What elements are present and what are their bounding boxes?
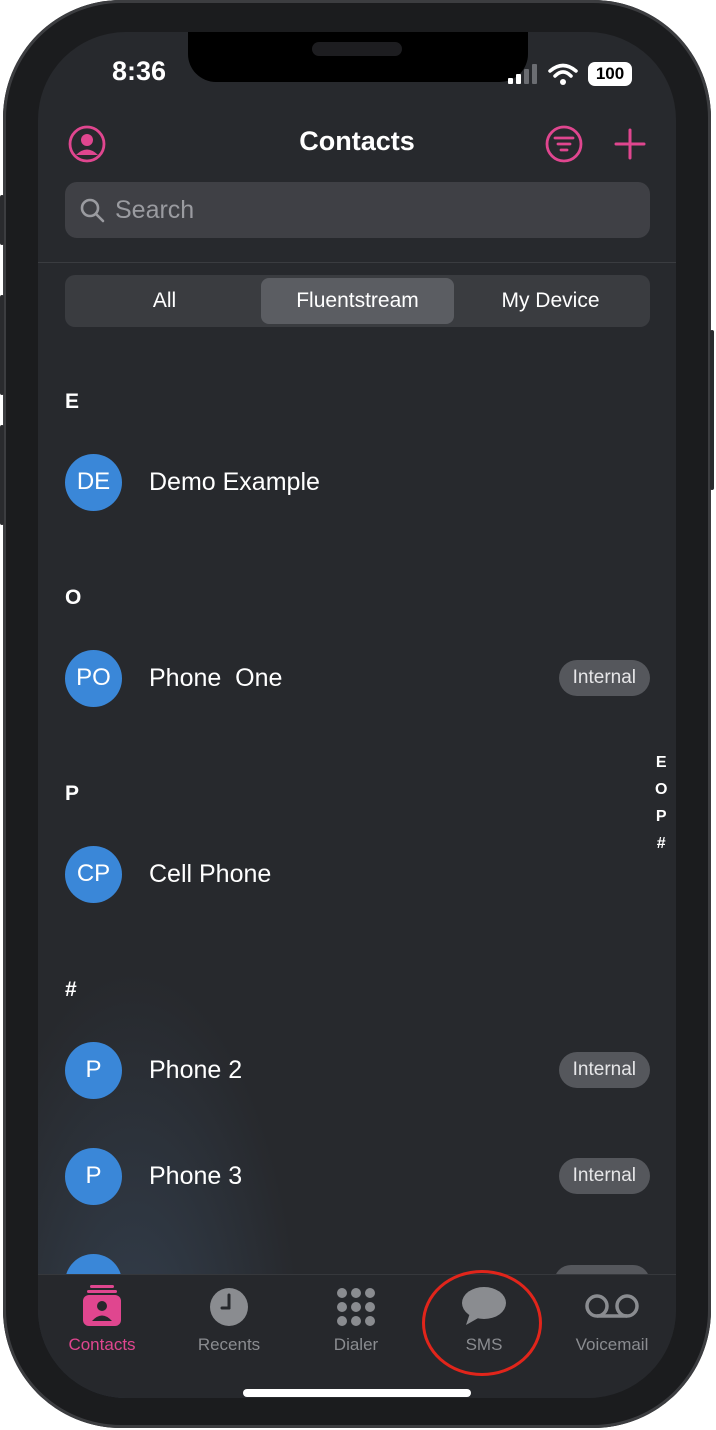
avatar: DE <box>65 453 122 511</box>
filter-icon[interactable] <box>545 125 583 163</box>
signal-icon <box>508 64 537 84</box>
tab-contacts[interactable]: Contacts <box>38 1285 166 1355</box>
contact-name: Phone 3 <box>149 1161 243 1190</box>
section-header-p: P <box>65 782 80 805</box>
tab-label: Contacts <box>68 1335 136 1354</box>
segment-all[interactable]: All <box>68 278 261 324</box>
tab-label: Recents <box>197 1335 261 1354</box>
avatar: CP <box>65 845 122 903</box>
internal-badge: Internal <box>558 1052 650 1088</box>
add-contact-icon[interactable] <box>614 128 646 160</box>
home-indicator[interactable] <box>243 1389 471 1397</box>
contact-row[interactable]: P Phone 3 Internal <box>65 1146 650 1206</box>
contact-row[interactable]: CP Cell Phone <box>65 844 650 904</box>
segment-my-device[interactable]: My Device <box>454 278 647 324</box>
search-input[interactable]: Search <box>65 182 650 238</box>
tab-voicemail[interactable]: Voicemail <box>548 1285 676 1355</box>
alphabet-index[interactable]: E O P # <box>655 754 667 853</box>
tab-recents[interactable]: Recents <box>165 1285 293 1355</box>
index-letter[interactable]: O <box>655 781 667 799</box>
avatar: PO <box>65 649 122 707</box>
segment-fluentstream[interactable]: Fluentstream <box>261 278 454 324</box>
contact-name: Cell Phone <box>149 859 272 888</box>
index-letter[interactable]: # <box>657 835 666 853</box>
power-button <box>710 330 714 490</box>
mute-switch <box>0 195 4 245</box>
tab-dialer[interactable]: Dialer <box>292 1285 420 1355</box>
screen: 8:36 100 Contacts Search All Fluentstrea… <box>38 32 676 1398</box>
search-placeholder: Search <box>115 195 195 224</box>
tab-label: Voicemail <box>575 1335 649 1354</box>
phone-frame: 8:36 100 Contacts Search All Fluentstrea… <box>0 0 714 1428</box>
contact-name: Phone 2 <box>149 1055 243 1084</box>
avatar: P <box>65 1041 122 1099</box>
header-divider <box>38 262 676 263</box>
volume-up-button <box>0 295 4 395</box>
voicemail-icon <box>585 1294 639 1318</box>
contact-row[interactable]: DE Demo Example <box>65 452 650 512</box>
source-segmented-control: All Fluentstream My Device <box>65 275 650 327</box>
index-letter[interactable]: P <box>656 808 667 826</box>
section-header-hash: # <box>65 978 77 1001</box>
tab-label: Dialer <box>333 1335 379 1354</box>
speaker <box>312 42 402 56</box>
wifi-icon <box>548 63 578 85</box>
avatar: P <box>65 1147 122 1205</box>
contacts-icon <box>83 1285 121 1326</box>
index-letter[interactable]: E <box>656 754 667 772</box>
internal-badge: Internal <box>558 660 650 696</box>
contact-row[interactable]: P Phone 2 Internal <box>65 1040 650 1100</box>
tab-bar: Contacts Recents Dialer SMS Voicemail <box>38 1274 676 1398</box>
status-indicators: 100 <box>508 62 632 86</box>
search-icon <box>80 198 105 223</box>
notch <box>188 32 528 82</box>
highlight-circle <box>422 1270 542 1376</box>
keypad-icon <box>337 1288 375 1326</box>
internal-badge: Internal <box>558 1158 650 1194</box>
contact-row[interactable]: PO Phone One Internal <box>65 648 650 708</box>
contact-name: Phone One <box>149 663 283 692</box>
contact-name: Demo Example <box>149 467 320 496</box>
volume-down-button <box>0 425 4 525</box>
clock-icon <box>210 1288 248 1326</box>
battery-indicator: 100 <box>588 62 632 86</box>
status-time: 8:36 <box>112 56 167 86</box>
section-header-o: O <box>65 586 82 609</box>
section-header-e: E <box>65 390 80 413</box>
